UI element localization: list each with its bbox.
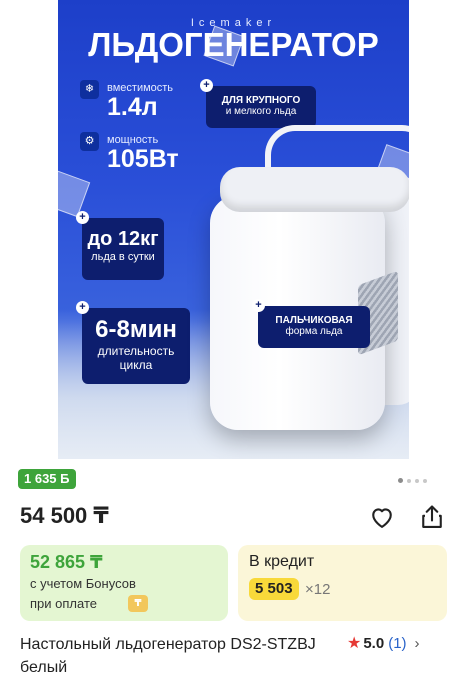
hero-title: ЛЬДОГЕНЕРАТОР <box>88 26 379 63</box>
gear-icon: ⚙ <box>80 132 99 151</box>
ice-size-badge: + ДЛЯ КРУПНОГО и мелкого льда <box>200 79 316 128</box>
cycle-time-sub2: цикла <box>119 358 153 372</box>
ice-shape-line2: форма льда <box>285 326 343 337</box>
product-price: 54 500 ₸ <box>20 503 109 528</box>
credit-title: В кредит <box>249 553 315 570</box>
gallery-dot[interactable] <box>423 478 427 483</box>
credit-monthly-amount: 5 503 <box>249 578 299 600</box>
bonus-price-line2: при оплате <box>30 596 97 611</box>
plus-icon: + <box>252 299 265 312</box>
machine-lid <box>220 167 409 212</box>
cycle-time-sub1: длительность <box>97 344 175 358</box>
share-button[interactable] <box>418 503 446 531</box>
gallery-dot[interactable] <box>415 478 419 483</box>
gallery-dot[interactable] <box>398 478 403 484</box>
rating-score: 5.0 <box>363 635 385 652</box>
gallery-pagination[interactable] <box>398 472 431 490</box>
bonus-badge: 1 635 Б <box>18 469 76 489</box>
daily-output-badge: + до 12кг льда в сутки <box>76 211 164 280</box>
share-icon <box>422 505 442 528</box>
bonus-price-line1: с учетом Бонусов <box>30 576 136 591</box>
credit-term: ×12 <box>305 581 331 598</box>
plus-icon: + <box>200 79 213 92</box>
daily-output-sub: льда в сутки <box>91 251 155 263</box>
power-value: 105Вт <box>107 145 179 173</box>
heart-icon <box>372 508 392 528</box>
star-icon: ★ <box>347 635 362 652</box>
payment-icon: ₸ <box>128 595 148 612</box>
capacity-value: 1.4л <box>107 93 158 121</box>
favorite-button[interactable] <box>368 503 396 531</box>
review-count[interactable]: (1) <box>388 635 406 652</box>
chevron-right-icon: › <box>414 635 420 652</box>
ice-size-line1: ДЛЯ КРУПНОГО <box>221 95 301 106</box>
credit-card[interactable]: В кредит 5 503 ×12 <box>238 545 447 621</box>
cycle-time-value: 6-8мин <box>95 316 177 343</box>
ice-icon: ❄ <box>80 80 99 99</box>
product-rating[interactable]: ★ 5.0 (1) › <box>347 633 420 653</box>
ice-size-line2: и мелкого льда <box>225 106 297 117</box>
cycle-time-badge: + 6-8мин длительность цикла <box>76 301 190 384</box>
plus-icon: + <box>76 211 89 224</box>
daily-output-value: до 12кг <box>87 228 159 250</box>
bonus-price-card[interactable]: 52 865 ₸ с учетом Бонусов при оплате ₸ <box>20 545 228 621</box>
ice-shape-badge: + ПАЛЬЧИКОВАЯ форма льда <box>252 299 370 348</box>
ice-shape-line1: ПАЛЬЧИКОВАЯ <box>275 315 353 326</box>
gallery-dot[interactable] <box>407 478 411 483</box>
product-title: Настольный льдогенератор DS2-STZBJ белый <box>20 636 316 676</box>
bonus-price-amount: 52 865 ₸ <box>30 552 103 572</box>
product-image[interactable]: Icemaker ЛЬДОГЕНЕРАТОР ❄ вместимость 1.4… <box>58 0 409 459</box>
plus-icon: + <box>76 301 89 314</box>
